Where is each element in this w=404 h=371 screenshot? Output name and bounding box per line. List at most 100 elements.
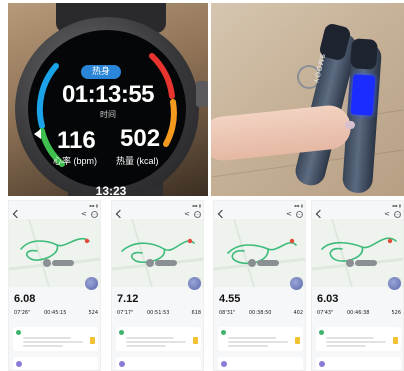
analysis-card[interactable] (13, 327, 98, 351)
text-line (126, 345, 166, 347)
replay-icon[interactable] (248, 259, 256, 267)
medal-icon (90, 337, 95, 344)
analysis-card[interactable] (218, 327, 303, 351)
watch-crown (196, 81, 208, 107)
route-map[interactable] (312, 219, 403, 287)
status-icons: ▪▪ ▮ (192, 203, 201, 208)
detail-card[interactable] (218, 357, 303, 370)
calories-label: 热量 (kcal) (116, 156, 159, 166)
detail-icon (319, 361, 325, 367)
stats-row: 07'43" 00:46:38 526 (317, 310, 401, 320)
route-map[interactable] (9, 219, 100, 287)
clock-time: 13:23 (95, 184, 127, 196)
finger-nail (345, 121, 355, 129)
medal-icon (193, 337, 198, 344)
time-value: 00:45:15 (44, 310, 67, 316)
analysis-icon (119, 330, 124, 335)
duration-label: 时间 (100, 110, 116, 119)
rope-handle-cap (349, 38, 379, 70)
route-path (112, 219, 203, 287)
distance-value: 6.08 (14, 293, 36, 305)
jump-rope-photo: SMOOY (211, 3, 404, 196)
route-path (312, 219, 403, 287)
user-row (13, 277, 98, 293)
distance-value: 7.12 (117, 293, 139, 305)
analysis-card[interactable] (116, 327, 201, 351)
distance-value: 4.55 (219, 293, 241, 305)
avatar[interactable] (290, 277, 303, 290)
smartwatch-photo: 热身 01:13:55 时间 116 心率 (bpm) 502 热量 (kcal… (8, 3, 208, 196)
detail-card[interactable] (13, 357, 98, 370)
avatar[interactable] (188, 277, 201, 290)
replay-icon[interactable] (146, 259, 154, 267)
back-arrow-icon[interactable] (315, 209, 325, 219)
replay-button[interactable] (52, 260, 74, 266)
calories-value: 524 (88, 310, 98, 316)
avatar[interactable] (388, 277, 401, 290)
workout-record-screen: ▪▪ ▮ < … 6.03 07'43" 00:46:38 526 (311, 200, 404, 371)
route-map[interactable] (214, 219, 305, 287)
route-map[interactable] (112, 219, 203, 287)
back-arrow-icon[interactable] (12, 209, 22, 219)
share-icon[interactable]: < (286, 211, 293, 218)
detail-card[interactable] (316, 357, 401, 370)
calories-value: 502 (120, 125, 161, 152)
text-line (326, 341, 386, 343)
replay-icon[interactable] (346, 259, 354, 267)
pace-value: 08'31" (219, 310, 236, 316)
pace-value: 07'43" (317, 310, 334, 316)
stats-row: 07'17" 00:51:53 618 (117, 310, 201, 320)
detail-icon (119, 361, 125, 367)
avatar[interactable] (85, 277, 98, 290)
status-icons: ▪▪ ▮ (89, 203, 98, 208)
share-icon[interactable]: < (81, 211, 88, 218)
more-icon[interactable]: … (394, 211, 401, 218)
replay-button[interactable] (355, 260, 377, 266)
more-icon[interactable]: … (296, 211, 303, 218)
analysis-icon (319, 330, 324, 335)
text-line (23, 345, 63, 347)
time-value: 00:46:38 (347, 310, 370, 316)
text-line (228, 337, 276, 339)
analysis-icon (221, 330, 226, 335)
status-icons: ▪▪ ▮ (392, 203, 401, 208)
detail-icon (16, 361, 22, 367)
analysis-icon (16, 330, 21, 335)
analysis-card[interactable] (316, 327, 401, 351)
more-icon[interactable]: … (194, 211, 201, 218)
status-icons: ▪▪ ▮ (294, 203, 303, 208)
calories-value: 402 (293, 310, 303, 316)
back-arrow-icon[interactable] (217, 209, 227, 219)
medal-icon (393, 337, 398, 344)
user-row (116, 277, 201, 293)
distance-value: 6.03 (317, 293, 339, 305)
share-icon[interactable]: < (184, 211, 191, 218)
detail-card[interactable] (116, 357, 201, 370)
time-value: 00:51:53 (147, 310, 170, 316)
replay-button[interactable] (155, 260, 177, 266)
text-line (23, 337, 71, 339)
zone-indicator-icon (34, 129, 41, 139)
route-path (9, 219, 100, 287)
workout-record-screen: ▪▪ ▮ < … 4.55 08'31" 00:38:50 402 (213, 200, 306, 371)
text-line (326, 337, 374, 339)
user-row (218, 277, 303, 293)
back-arrow-icon[interactable] (115, 209, 125, 219)
workout-mode-badge: 热身 (81, 65, 121, 79)
calories-value: 618 (191, 310, 201, 316)
stats-row: 08'31" 00:38:50 402 (219, 310, 303, 320)
hand (211, 103, 353, 163)
share-icon[interactable]: < (384, 211, 391, 218)
medal-icon (295, 337, 300, 344)
text-line (326, 345, 366, 347)
heart-rate-value: 116 (57, 127, 96, 154)
replay-button[interactable] (257, 260, 279, 266)
pace-value: 07'17" (117, 310, 134, 316)
time-value: 00:38:50 (249, 310, 272, 316)
route-path (214, 219, 305, 287)
text-line (228, 345, 268, 347)
replay-icon[interactable] (43, 259, 51, 267)
heart-rate-label: 心率 (bpm) (53, 156, 98, 166)
more-icon[interactable]: … (91, 211, 98, 218)
pace-value: 07'26" (14, 310, 31, 316)
